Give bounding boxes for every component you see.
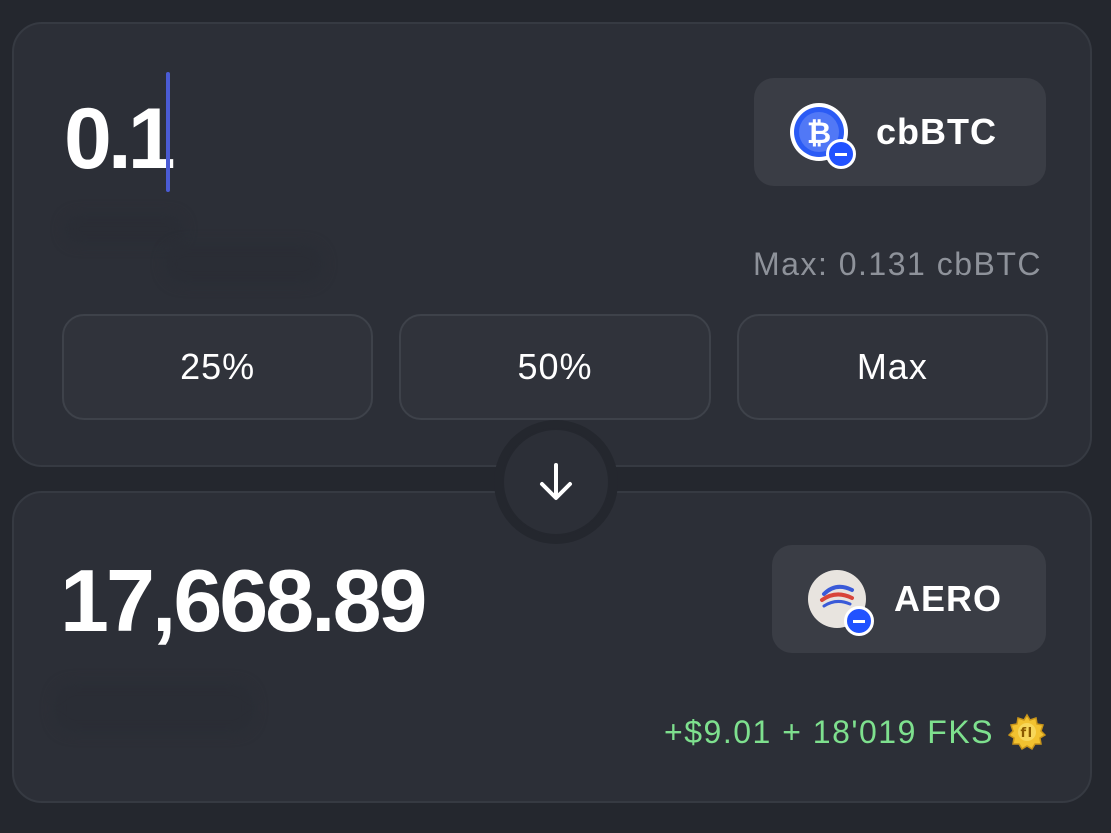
percent-50-button[interactable]: 50% [399,314,711,420]
bitcoin-icon: ₿ [788,101,856,169]
percent-buttons: 25% 50% Max [62,314,1048,420]
from-card: 0.1 ₿ cbBTC Max: 0.131 cbBTC 25% 50% Max [12,22,1092,467]
reward-row: +$9.01 + 18'019 FKS fl [664,713,1046,751]
max-button[interactable]: Max [736,314,1048,420]
swap-direction-button[interactable] [502,428,610,536]
from-amount-input[interactable]: 0.1 [64,96,176,182]
base-chain-icon [844,606,874,636]
gear-coin-icon: fl [1008,713,1046,751]
to-amount-output: 17,668.89 [60,551,427,650]
svg-text:fl: fl [1020,726,1033,741]
blurred-area [54,683,254,733]
blurred-area [164,244,324,284]
max-balance-text: Max: 0.131 cbBTC [753,246,1042,282]
reward-text: +$9.01 + 18'019 FKS [664,713,994,750]
percent-25-button[interactable]: 25% [62,314,374,420]
aero-icon [806,568,874,636]
to-token-symbol: AERO [894,578,1003,619]
arrow-down-icon [540,463,572,500]
blurred-area [64,214,184,244]
to-token-selector-button[interactable]: AERO [772,545,1046,653]
from-token-selector-button[interactable]: ₿ cbBTC [754,78,1046,186]
base-chain-icon [826,139,856,169]
to-card: 17,668.89 AERO +$9.01 + 18'019 FKS fl [12,491,1092,803]
text-caret [166,72,170,192]
from-token-symbol: cbBTC [876,111,997,152]
